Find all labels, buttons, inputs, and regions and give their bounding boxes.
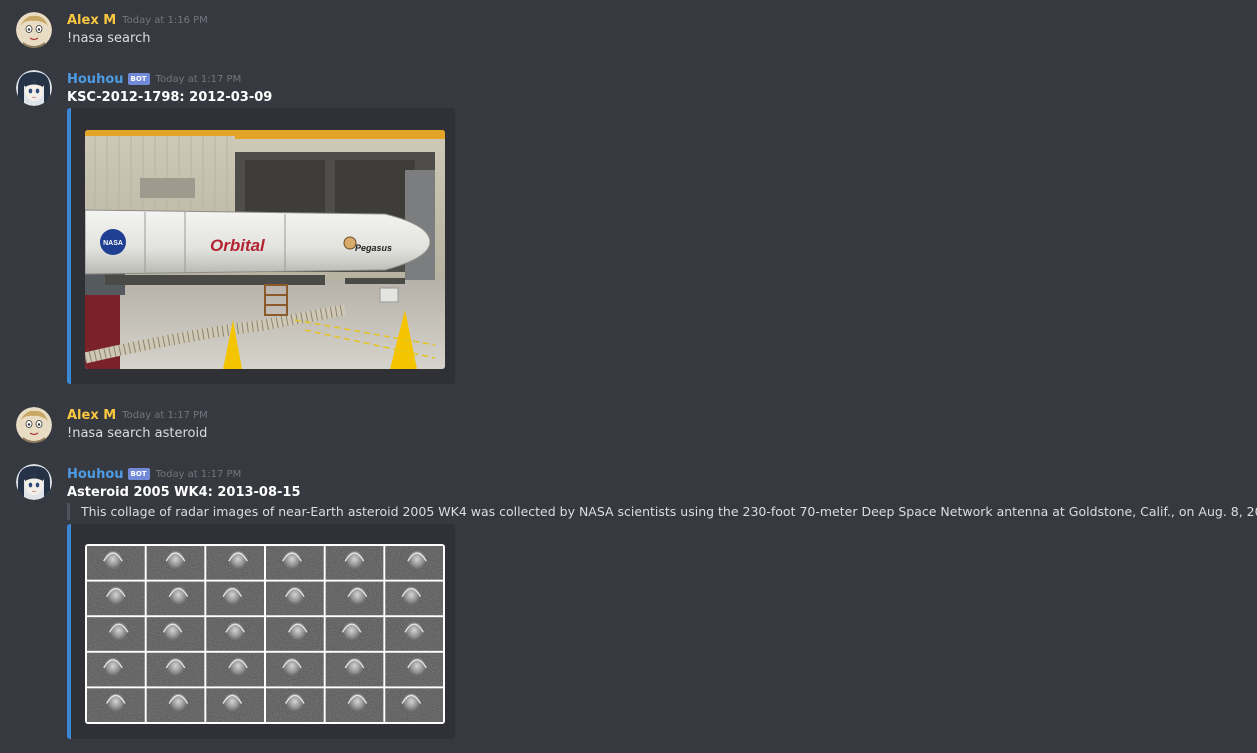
radar-frame [206,546,264,580]
radar-frame [325,688,384,722]
radar-frame [146,652,205,687]
message-2: Houhou BOT Today at 1:17 PM KSC-2012-1798:… [0,60,1257,390]
message-timestamp: Today at 1:16 PM [122,15,208,26]
message-4: Houhou BOT Today at 1:17 PM Asteroid 2005 … [0,456,1257,753]
radar-frame [146,546,205,580]
radar-frame [266,688,324,722]
embed-image-asteroid[interactable] [85,544,445,724]
bot-tag: BOT [127,467,150,480]
embed-description: This collage of radar images of near-Ear… [67,503,1257,520]
radar-frame [325,581,384,616]
radar-frame [266,581,324,616]
radar-frame [206,617,264,651]
radar-frame [266,546,324,580]
author-name[interactable]: Alex M [67,13,116,28]
message-timestamp: Today at 1:17 PM [155,469,242,480]
author-name[interactable]: Alex M [67,408,116,423]
radar-frame [146,581,205,616]
orbital-decal: Orbital [210,236,266,255]
radar-frame [325,617,384,651]
radar-frame [325,546,384,580]
radar-frame [385,581,443,616]
pegasus-decal: Pegasus [355,243,392,253]
author-name[interactable]: Houhou [67,467,124,482]
embed-title: Asteroid 2005 WK4: 2013-08-15 [67,485,301,500]
radar-frame [206,581,264,616]
embed [67,524,455,739]
user-avatar[interactable] [16,12,52,48]
bot-avatar[interactable] [16,70,52,106]
radar-frame [87,688,145,722]
radar-frame [206,652,264,687]
message-content: !nasa search [67,31,151,46]
radar-frame [87,617,145,651]
radar-frame [385,617,443,651]
radar-frame [385,546,443,580]
radar-frame [87,546,145,580]
radar-frame [87,581,145,616]
message-3: Alex M Today at 1:17 PM !nasa search aste… [0,398,1257,456]
embed: NASA Orbital Pegasus [67,108,455,384]
radar-frame [385,652,443,687]
radar-frame [87,652,145,687]
message-1: Alex M Today at 1:16 PM !nasa search [0,0,1257,60]
nasa-decal: NASA [103,240,123,247]
author-name[interactable]: Houhou [67,72,124,87]
radar-frame [146,688,205,722]
message-content: !nasa search asteroid [67,426,208,441]
bot-tag: BOT [127,72,150,85]
radar-frame [325,652,384,687]
bot-avatar[interactable] [16,464,52,500]
radar-frame [266,652,324,687]
radar-frame [146,617,205,651]
radar-frame [266,617,324,651]
embed-image-rocket[interactable]: NASA Orbital Pegasus [85,130,445,369]
message-timestamp: Today at 1:17 PM [155,74,242,85]
embed-title: KSC-2012-1798: 2012-03-09 [67,90,273,105]
radar-frame [385,688,443,722]
user-avatar[interactable] [16,407,52,443]
message-timestamp: Today at 1:17 PM [122,410,208,421]
radar-frame [206,688,264,722]
